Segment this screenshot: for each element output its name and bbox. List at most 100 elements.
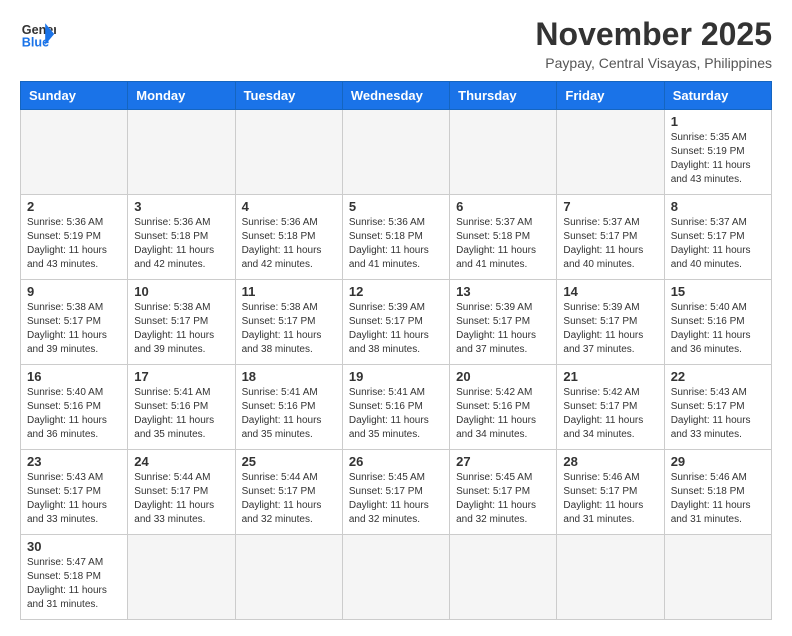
day-info: Sunrise: 5:37 AMSunset: 5:18 PMDaylight:… <box>456 216 550 272</box>
table-row: 11 Sunrise: 5:38 AMSunset: 5:17 PMDayligh… <box>235 280 342 365</box>
calendar-week-row: 16 Sunrise: 5:40 AMSunset: 5:16 PMDayligh… <box>21 365 772 450</box>
day-number: 28 <box>563 454 657 469</box>
day-info: Sunrise: 5:35 AMSunset: 5:19 PMDaylight:… <box>671 131 765 187</box>
logo: General Blue <box>20 16 56 52</box>
day-number: 7 <box>563 199 657 214</box>
day-info: Sunrise: 5:41 AMSunset: 5:16 PMDaylight:… <box>242 386 336 442</box>
table-row: 29 Sunrise: 5:46 AMSunset: 5:18 PMDayligh… <box>664 450 771 535</box>
table-row: 23 Sunrise: 5:43 AMSunset: 5:17 PMDayligh… <box>21 450 128 535</box>
day-number: 16 <box>27 369 121 384</box>
day-number: 19 <box>349 369 443 384</box>
table-row <box>557 110 664 195</box>
day-number: 8 <box>671 199 765 214</box>
calendar-week-row: 23 Sunrise: 5:43 AMSunset: 5:17 PMDayligh… <box>21 450 772 535</box>
table-row: 21Sunrise: 5:42 AMSunset: 5:17 PMDayligh… <box>557 365 664 450</box>
day-number: 24 <box>134 454 228 469</box>
day-number: 4 <box>242 199 336 214</box>
day-info: Sunrise: 5:44 AMSunset: 5:17 PMDaylight:… <box>242 471 336 527</box>
table-row: 2 Sunrise: 5:36 AMSunset: 5:19 PMDaylight… <box>21 195 128 280</box>
day-number: 20 <box>456 369 550 384</box>
header-sunday: Sunday <box>21 82 128 110</box>
location-subtitle: Paypay, Central Visayas, Philippines <box>535 55 772 71</box>
table-row <box>235 535 342 620</box>
table-row <box>21 110 128 195</box>
table-row: 19Sunrise: 5:41 AMSunset: 5:16 PMDayligh… <box>342 365 449 450</box>
day-info: Sunrise: 5:41 AMSunset: 5:16 PMDaylight:… <box>134 386 228 442</box>
day-info: Sunrise: 5:46 AMSunset: 5:17 PMDaylight:… <box>563 471 657 527</box>
day-number: 25 <box>242 454 336 469</box>
table-row <box>128 110 235 195</box>
table-row: 25 Sunrise: 5:44 AMSunset: 5:17 PMDayligh… <box>235 450 342 535</box>
day-info: Sunrise: 5:47 AMSunset: 5:18 PMDaylight:… <box>27 556 121 612</box>
day-info: Sunrise: 5:44 AMSunset: 5:17 PMDaylight:… <box>134 471 228 527</box>
day-number: 29 <box>671 454 765 469</box>
day-info: Sunrise: 5:40 AMSunset: 5:16 PMDaylight:… <box>27 386 121 442</box>
table-row: 17Sunrise: 5:41 AMSunset: 5:16 PMDayligh… <box>128 365 235 450</box>
month-title: November 2025 <box>535 16 772 53</box>
day-info: Sunrise: 5:45 AMSunset: 5:17 PMDaylight:… <box>349 471 443 527</box>
day-info: Sunrise: 5:39 AMSunset: 5:17 PMDaylight:… <box>349 301 443 357</box>
table-row: 9 Sunrise: 5:38 AMSunset: 5:17 PMDaylight… <box>21 280 128 365</box>
table-row: 15Sunrise: 5:40 AMSunset: 5:16 PMDayligh… <box>664 280 771 365</box>
day-info: Sunrise: 5:36 AMSunset: 5:18 PMDaylight:… <box>242 216 336 272</box>
day-info: Sunrise: 5:38 AMSunset: 5:17 PMDaylight:… <box>27 301 121 357</box>
table-row: 10Sunrise: 5:38 AMSunset: 5:17 PMDayligh… <box>128 280 235 365</box>
day-info: Sunrise: 5:43 AMSunset: 5:17 PMDaylight:… <box>27 471 121 527</box>
table-row: 18 Sunrise: 5:41 AMSunset: 5:16 PMDayligh… <box>235 365 342 450</box>
table-row: 16 Sunrise: 5:40 AMSunset: 5:16 PMDayligh… <box>21 365 128 450</box>
svg-text:Blue: Blue <box>22 36 49 50</box>
day-number: 5 <box>349 199 443 214</box>
day-info: Sunrise: 5:42 AMSunset: 5:17 PMDaylight:… <box>563 386 657 442</box>
calendar-week-row: 1 Sunrise: 5:35 AMSunset: 5:19 PMDaylight… <box>21 110 772 195</box>
day-info: Sunrise: 5:43 AMSunset: 5:17 PMDaylight:… <box>671 386 765 442</box>
day-info: Sunrise: 5:36 AMSunset: 5:19 PMDaylight:… <box>27 216 121 272</box>
table-row: 7 Sunrise: 5:37 AMSunset: 5:17 PMDaylight… <box>557 195 664 280</box>
day-number: 13 <box>456 284 550 299</box>
day-number: 26 <box>349 454 443 469</box>
day-info: Sunrise: 5:39 AMSunset: 5:17 PMDaylight:… <box>456 301 550 357</box>
weekday-header-row: Sunday Monday Tuesday Wednesday Thursday… <box>21 82 772 110</box>
day-info: Sunrise: 5:37 AMSunset: 5:17 PMDaylight:… <box>563 216 657 272</box>
day-info: Sunrise: 5:36 AMSunset: 5:18 PMDaylight:… <box>134 216 228 272</box>
day-number: 11 <box>242 284 336 299</box>
table-row <box>342 110 449 195</box>
table-row <box>235 110 342 195</box>
calendar-week-row: 30 Sunrise: 5:47 AMSunset: 5:18 PMDayligh… <box>21 535 772 620</box>
day-info: Sunrise: 5:38 AMSunset: 5:17 PMDaylight:… <box>242 301 336 357</box>
day-info: Sunrise: 5:36 AMSunset: 5:18 PMDaylight:… <box>349 216 443 272</box>
table-row: 28 Sunrise: 5:46 AMSunset: 5:17 PMDayligh… <box>557 450 664 535</box>
table-row: 27Sunrise: 5:45 AMSunset: 5:17 PMDayligh… <box>450 450 557 535</box>
table-row: 24 Sunrise: 5:44 AMSunset: 5:17 PMDayligh… <box>128 450 235 535</box>
title-area: November 2025 Paypay, Central Visayas, P… <box>535 16 772 71</box>
header-friday: Friday <box>557 82 664 110</box>
day-number: 9 <box>27 284 121 299</box>
header-saturday: Saturday <box>664 82 771 110</box>
header-monday: Monday <box>128 82 235 110</box>
day-number: 1 <box>671 114 765 129</box>
table-row: 20Sunrise: 5:42 AMSunset: 5:16 PMDayligh… <box>450 365 557 450</box>
day-number: 12 <box>349 284 443 299</box>
header-tuesday: Tuesday <box>235 82 342 110</box>
day-number: 22 <box>671 369 765 384</box>
header-wednesday: Wednesday <box>342 82 449 110</box>
day-number: 3 <box>134 199 228 214</box>
table-row <box>664 535 771 620</box>
table-row: 14Sunrise: 5:39 AMSunset: 5:17 PMDayligh… <box>557 280 664 365</box>
day-number: 2 <box>27 199 121 214</box>
table-row <box>342 535 449 620</box>
day-number: 14 <box>563 284 657 299</box>
day-info: Sunrise: 5:40 AMSunset: 5:16 PMDaylight:… <box>671 301 765 357</box>
day-info: Sunrise: 5:38 AMSunset: 5:17 PMDaylight:… <box>134 301 228 357</box>
table-row: 8Sunrise: 5:37 AMSunset: 5:17 PMDaylight… <box>664 195 771 280</box>
table-row <box>557 535 664 620</box>
day-info: Sunrise: 5:46 AMSunset: 5:18 PMDaylight:… <box>671 471 765 527</box>
day-number: 23 <box>27 454 121 469</box>
table-row: 4 Sunrise: 5:36 AMSunset: 5:18 PMDaylight… <box>235 195 342 280</box>
table-row: 1 Sunrise: 5:35 AMSunset: 5:19 PMDaylight… <box>664 110 771 195</box>
table-row <box>450 535 557 620</box>
table-row <box>450 110 557 195</box>
day-number: 18 <box>242 369 336 384</box>
header-thursday: Thursday <box>450 82 557 110</box>
table-row: 12 Sunrise: 5:39 AMSunset: 5:17 PMDayligh… <box>342 280 449 365</box>
day-number: 30 <box>27 539 121 554</box>
